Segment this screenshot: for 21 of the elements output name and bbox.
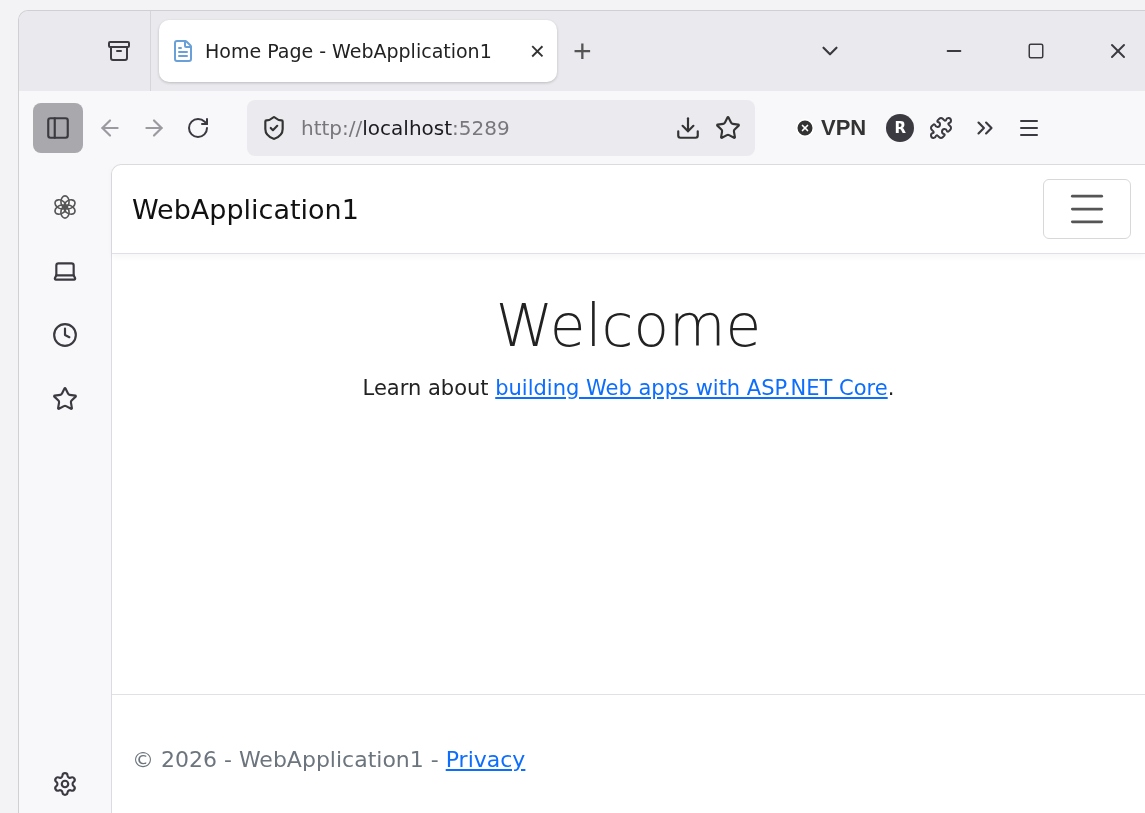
brand-link[interactable]: WebApplication1 — [132, 193, 359, 225]
close-tab-button[interactable]: × — [529, 35, 545, 67]
profile-avatar[interactable]: R — [886, 113, 915, 142]
tab-title: Home Page - WebApplication1 — [205, 40, 493, 62]
url-text: http://localhost:5289 — [301, 115, 511, 140]
lead-text: Learn about building Web apps with ASP.NET Core. — [362, 376, 895, 400]
new-tab-button[interactable]: + — [573, 32, 592, 70]
page-icon — [171, 39, 195, 63]
address-bar[interactable]: http://localhost:5289 — [247, 99, 755, 156]
footer-text: © 2026 - WebApplication1 - Privacy — [132, 746, 526, 772]
close-circle-icon — [795, 117, 815, 138]
sidebar-toggle-icon[interactable] — [33, 102, 83, 153]
page-heading: Welcome — [495, 292, 762, 360]
navbar-toggle-button[interactable] — [1043, 179, 1131, 239]
vpn-button[interactable]: VPN — [795, 114, 867, 141]
browser-tab[interactable]: Home Page - WebApplication1 × — [159, 20, 557, 82]
download-icon[interactable] — [675, 114, 701, 141]
shield-icon — [261, 114, 287, 141]
privacy-link[interactable]: Privacy — [445, 746, 526, 772]
star-icon[interactable] — [715, 114, 741, 141]
docs-link[interactable]: building Web apps with ASP.NET Core — [495, 376, 888, 400]
